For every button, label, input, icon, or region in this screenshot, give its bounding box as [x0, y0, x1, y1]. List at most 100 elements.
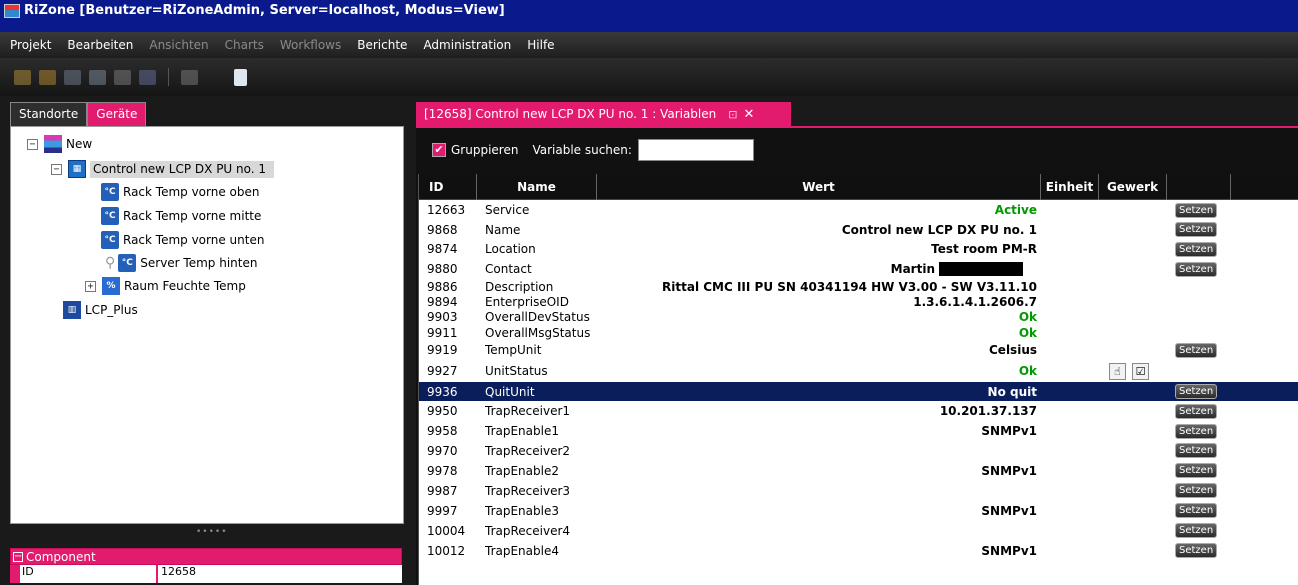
value-text: 1.3.6.1.4.1.2606.7 — [913, 294, 1037, 309]
col-header-einheit[interactable]: Einheit — [1041, 174, 1099, 200]
table-row[interactable]: 9886 Description Rittal CMC III PU SN 4034… — [419, 279, 1298, 294]
cell-value — [575, 441, 1037, 460]
tab-standorte[interactable]: Standorte — [10, 102, 88, 126]
menu-berichte[interactable]: Berichte — [357, 38, 407, 52]
menu-ansichten[interactable]: Ansichten — [149, 38, 208, 52]
group-checkbox[interactable]: ✔ — [432, 143, 446, 157]
cell-value: Test room PM-R — [575, 239, 1037, 259]
col-header-id[interactable]: ID — [419, 174, 477, 200]
acknowledge-icon[interactable]: ☝ — [1109, 362, 1126, 380]
table-row[interactable]: 9987 TrapReceiver3 Setzen — [419, 481, 1298, 500]
setzen-button[interactable]: Setzen — [1175, 261, 1218, 277]
tree-node-raum-feuchte[interactable]: + % Raum Feuchte Temp — [85, 275, 246, 297]
tree-node-server-temp[interactable]: ⚲ °C Server Temp hinten — [105, 252, 257, 274]
document-tab[interactable]: [12658] Control new LCP DX PU no. 1 : Va… — [416, 102, 791, 126]
table-row[interactable]: 9958 TrapEnable1 SNMPv1 Setzen — [419, 421, 1298, 441]
table-row[interactable]: 9997 TrapEnable3 SNMPv1 Setzen — [419, 500, 1298, 521]
col-header-gewerk[interactable]: Gewerk — [1099, 174, 1167, 200]
menu-hilfe[interactable]: Hilfe — [527, 38, 554, 52]
window-title: RiZone [Benutzer=RiZoneAdmin, Server=loc… — [24, 3, 505, 18]
table-row[interactable]: 9911 OverallMsgStatus Ok — [419, 325, 1298, 340]
tree-node-rack-temp-oben[interactable]: °C Rack Temp vorne oben — [101, 181, 260, 203]
collapse-toggle[interactable]: − — [27, 138, 38, 150]
table-row[interactable]: 9927 UnitStatus Ok ☝ ☑ — [419, 360, 1298, 382]
table-row[interactable]: 9874 Location Test room PM-R Setzen — [419, 239, 1298, 259]
table-row[interactable]: 12663 Service Active Setzen — [419, 200, 1298, 220]
collapse-toggle[interactable]: − — [51, 163, 62, 175]
table-row[interactable]: 9894 EnterpriseOID 1.3.6.1.4.1.2606.7 — [419, 294, 1298, 309]
setzen-button[interactable]: Setzen — [1175, 202, 1218, 218]
tree-node-rack-temp-unten[interactable]: °C Rack Temp vorne unten — [101, 229, 264, 251]
cell-value: Rittal CMC III PU SN 40341194 HW V3.00 -… — [575, 279, 1037, 294]
menu-administration[interactable]: Administration — [423, 38, 511, 52]
setzen-button[interactable]: Setzen — [1175, 443, 1218, 458]
humidity-sensor-icon: % — [102, 277, 120, 295]
setzen-button[interactable]: Setzen — [1175, 523, 1218, 538]
setzen-button[interactable]: Setzen — [1175, 222, 1218, 237]
table-row[interactable]: 9950 TrapReceiver1 10.201.37.137 Setzen — [419, 401, 1298, 421]
table-row[interactable]: 10012 TrapEnable4 SNMPv1 Setzen — [419, 540, 1298, 561]
expand-toggle[interactable]: + — [85, 280, 96, 292]
table-row[interactable]: 9978 TrapEnable2 SNMPv1 Setzen — [419, 460, 1298, 481]
menu-bar: Projekt Bearbeiten Ansichten Charts Work… — [0, 32, 1298, 58]
cell-action: Setzen — [1175, 540, 1223, 561]
save-icon[interactable] — [64, 69, 81, 85]
menu-projekt[interactable]: Projekt — [10, 38, 51, 52]
variable-search-input[interactable] — [637, 139, 754, 161]
cell-id: 9886 — [427, 279, 458, 294]
table-row[interactable]: 9880 Contact Martin Setzen — [419, 259, 1298, 279]
controller-icon: ▦ — [68, 160, 86, 178]
table-row[interactable]: 10004 TrapReceiver4 Setzen — [419, 521, 1298, 540]
network-icon[interactable] — [181, 69, 198, 85]
component-header[interactable]: − Component — [10, 548, 402, 565]
cell-id: 9970 — [427, 443, 458, 458]
cell-value: 1.3.6.1.4.1.2606.7 — [575, 294, 1037, 309]
checkbox-icon[interactable]: ☑ — [1132, 362, 1149, 380]
value-text: SNMPv1 — [981, 463, 1037, 478]
tree-node-new[interactable]: − New — [27, 133, 92, 155]
setzen-button[interactable]: Setzen — [1175, 483, 1218, 498]
close-icon[interactable]: ✕ — [743, 107, 754, 122]
col-header-wert[interactable]: Wert — [597, 174, 1041, 200]
cell-id: 9936 — [427, 384, 458, 399]
move-icon[interactable] — [114, 69, 131, 85]
table-row[interactable]: 9868 Name Control new LCP DX PU no. 1 Setze… — [419, 220, 1298, 239]
menu-charts[interactable]: Charts — [225, 38, 264, 52]
cell-id: 9894 — [427, 294, 458, 309]
table-row[interactable]: 9970 TrapReceiver2 Setzen — [419, 441, 1298, 460]
new-item-icon[interactable] — [14, 69, 31, 85]
open-folder-icon[interactable] — [39, 69, 56, 85]
cell-id: 9880 — [427, 262, 458, 276]
menu-bearbeiten[interactable]: Bearbeiten — [67, 38, 133, 52]
tab-geraete[interactable]: Geräte — [87, 102, 147, 126]
document-settings-icon[interactable] — [234, 68, 247, 86]
setzen-button[interactable]: Setzen — [1175, 403, 1218, 419]
cell-value: SNMPv1 — [575, 460, 1037, 481]
group-label: Gruppieren — [451, 143, 519, 157]
tree-node-controller[interactable]: − ▦ Control new LCP DX PU no. 1 — [51, 158, 275, 180]
cell-id: 9868 — [427, 222, 458, 237]
setzen-button[interactable]: Setzen — [1175, 503, 1218, 518]
tree-node-rack-temp-mitte[interactable]: °C Rack Temp vorne mitte — [101, 205, 261, 227]
col-header-name[interactable]: Name — [477, 174, 597, 200]
collapse-box-icon[interactable]: − — [13, 551, 23, 562]
property-row: ID 12658 — [10, 565, 402, 583]
setzen-button[interactable]: Setzen — [1175, 543, 1218, 558]
setzen-button[interactable]: Setzen — [1175, 423, 1218, 439]
table-row[interactable]: 9919 TempUnit Celsius Setzen — [419, 340, 1298, 360]
grid-body: 12663 Service Active Setzen 9868 Name Control … — [419, 200, 1298, 561]
setzen-button[interactable]: Setzen — [1175, 342, 1218, 358]
setzen-button[interactable]: Setzen — [1175, 384, 1218, 399]
setzen-button[interactable]: Setzen — [1175, 241, 1218, 257]
compare-icon[interactable] — [139, 69, 156, 85]
splitter-handle[interactable]: ••••• — [196, 527, 228, 537]
menu-workflows[interactable]: Workflows — [280, 38, 341, 52]
export-icon[interactable] — [89, 69, 106, 85]
tree-node-lcp-plus[interactable]: ▥ LCP_Plus — [63, 299, 138, 321]
cell-action: Setzen — [1175, 239, 1223, 259]
value-text: Test room PM-R — [931, 242, 1037, 256]
table-row[interactable]: 9936 QuitUnit No quit Setzen — [419, 382, 1298, 401]
table-row[interactable]: 9903 OverallDevStatus Ok — [419, 309, 1298, 325]
setzen-button[interactable]: Setzen — [1175, 463, 1218, 478]
undock-icon[interactable]: ⊡ — [728, 108, 737, 121]
